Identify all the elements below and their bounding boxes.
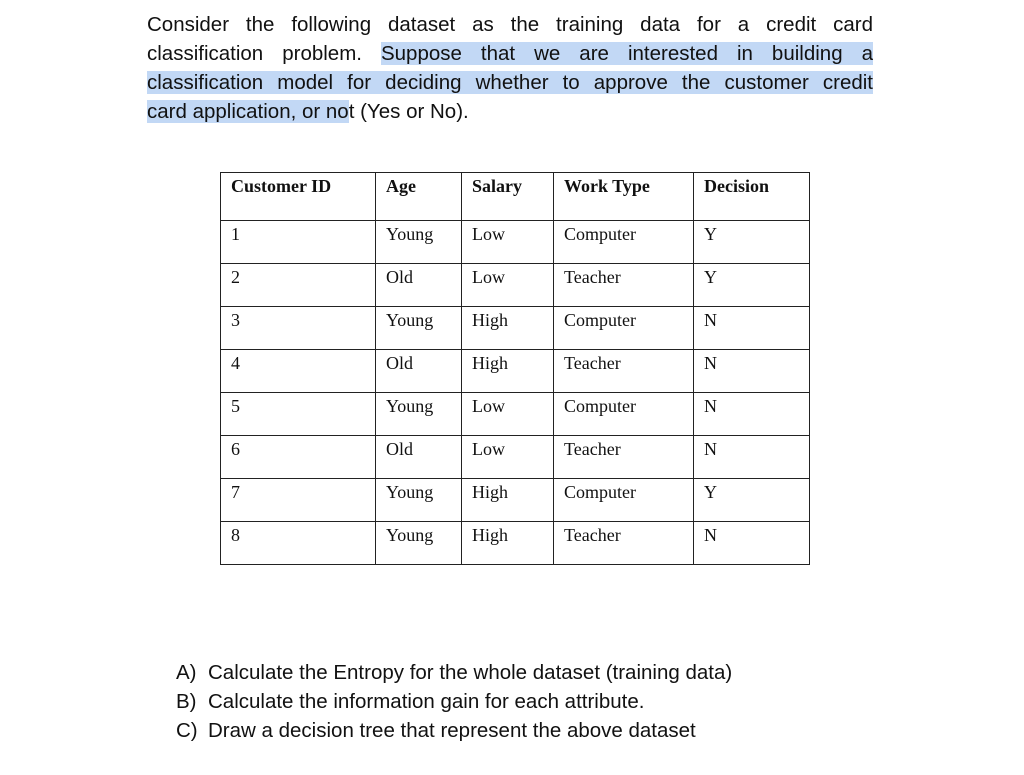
cell-age: Young [375,521,462,565]
header-salary: Salary [461,172,554,221]
cell-customer-id: 1 [220,220,376,264]
question-text: Calculate the information gain for each … [208,690,645,713]
cell-customer-id: 4 [220,349,376,393]
table-row: 4 Old High Teacher N [220,349,810,393]
table-row: 7 Young High Computer Y [220,478,810,522]
cell-work-type: Computer [553,220,694,264]
table-header-row: Customer ID Age Salary Work Type Decisio… [220,172,810,221]
question-item: A) Calculate the Entropy for the whole da… [176,658,732,687]
cell-salary: Low [461,392,554,436]
header-decision: Decision [693,172,810,221]
cell-salary: High [461,306,554,350]
table-row: 8 Young High Teacher N [220,521,810,565]
header-age: Age [375,172,462,221]
cell-work-type: Teacher [553,435,694,479]
intro-line: Consider the following dataset as the tr… [147,10,873,39]
cell-work-type: Computer [553,392,694,436]
intro-text: classification problem. [147,42,381,65]
cell-age: Old [375,435,462,479]
intro-line: classification problem. Suppose that we … [147,39,873,68]
cell-salary: High [461,349,554,393]
cell-work-type: Teacher [553,349,694,393]
cell-age: Young [375,306,462,350]
cell-customer-id: 2 [220,263,376,307]
cell-work-type: Teacher [553,263,694,307]
cell-age: Old [375,263,462,307]
table-row: 6 Old Low Teacher N [220,435,810,479]
question-text: Draw a decision tree that represent the … [208,719,696,742]
cell-salary: Low [461,220,554,264]
header-customer-id: Customer ID [220,172,376,221]
selected-text[interactable]: Suppose that we are interested in buildi… [380,42,873,65]
cell-customer-id: 5 [220,392,376,436]
table-row: 2 Old Low Teacher Y [220,263,810,307]
intro-text: Consider the following dataset as the tr… [147,13,873,36]
intro-line: card application, or not (Yes or No). [147,97,873,126]
intro-paragraph: Consider the following dataset as the tr… [147,10,873,126]
question-item: B) Calculate the information gain for eac… [176,687,732,716]
cell-age: Old [375,349,462,393]
cell-work-type: Teacher [553,521,694,565]
cell-decision: N [693,306,810,350]
cell-customer-id: 7 [220,478,376,522]
cell-work-type: Computer [553,306,694,350]
intro-line: classification model for deciding whethe… [147,68,873,97]
cell-work-type: Computer [553,478,694,522]
cell-decision: Y [693,478,810,522]
header-work-type: Work Type [553,172,694,221]
cell-age: Young [375,392,462,436]
cell-decision: N [693,392,810,436]
cell-customer-id: 6 [220,435,376,479]
cell-salary: High [461,521,554,565]
cell-decision: Y [693,263,810,307]
cell-customer-id: 3 [220,306,376,350]
cell-decision: N [693,521,810,565]
intro-text: t (Yes or No). [348,100,469,123]
question-text: Calculate the Entropy for the whole data… [208,661,733,684]
table-row: 3 Young High Computer N [220,306,810,350]
cell-age: Young [375,220,462,264]
question-label: A) [176,661,197,684]
cell-decision: N [693,435,810,479]
dataset-table: Customer ID Age Salary Work Type Decisio… [220,172,810,565]
question-label: B) [176,690,197,713]
selected-text[interactable]: card application, or no [147,100,349,123]
cell-customer-id: 8 [220,521,376,565]
question-item: C) Draw a decision tree that represent th… [176,716,732,745]
cell-decision: N [693,349,810,393]
table-row: 1 Young Low Computer Y [220,220,810,264]
cell-salary: Low [461,263,554,307]
cell-salary: High [461,478,554,522]
table-row: 5 Young Low Computer N [220,392,810,436]
cell-age: Young [375,478,462,522]
question-list: A) Calculate the Entropy for the whole da… [176,658,732,745]
selected-text[interactable]: classification model for deciding whethe… [147,71,873,94]
cell-salary: Low [461,435,554,479]
question-label: C) [176,719,198,742]
cell-decision: Y [693,220,810,264]
